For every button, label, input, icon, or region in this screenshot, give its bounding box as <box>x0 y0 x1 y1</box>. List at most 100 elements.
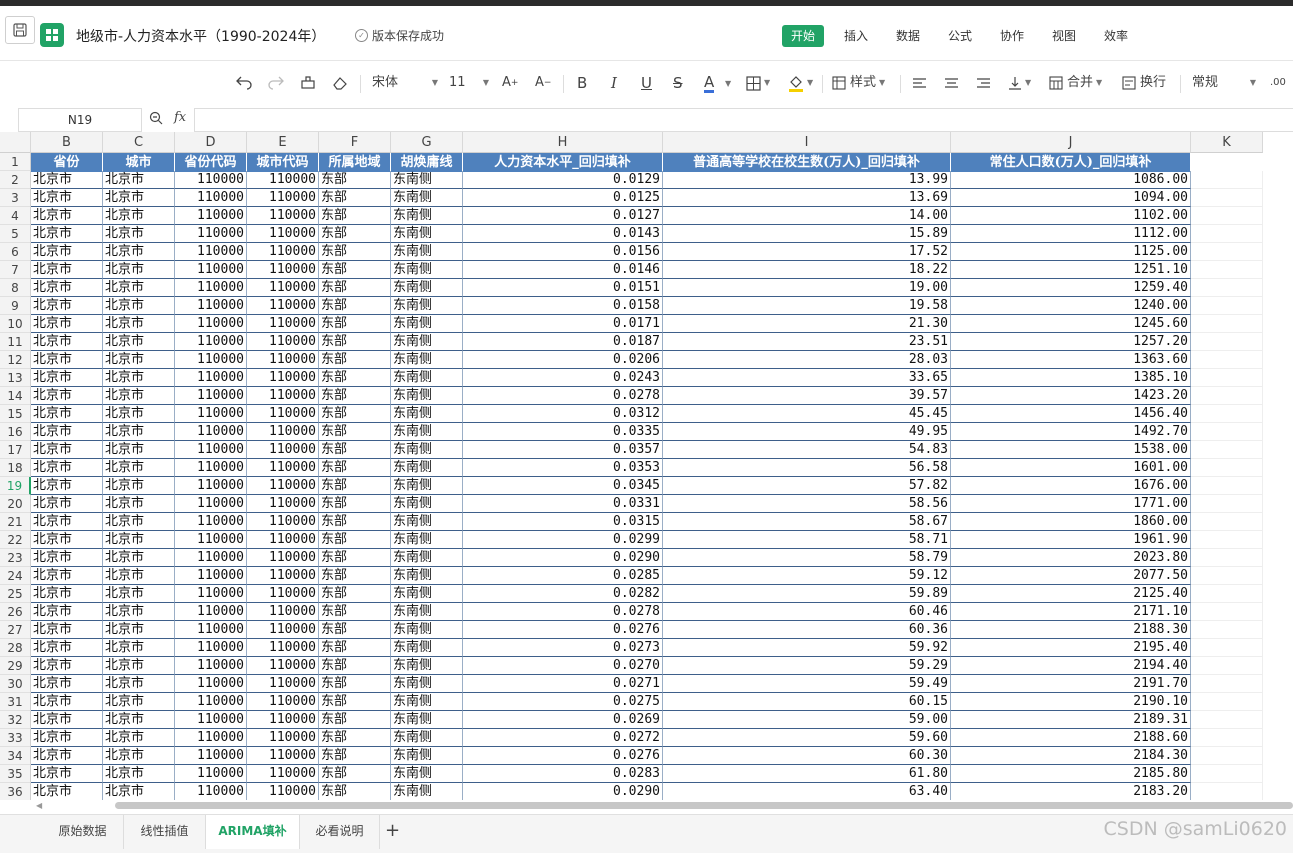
table-cell[interactable]: 北京市 <box>103 549 175 567</box>
row-header[interactable]: 19 <box>0 477 31 495</box>
row-header[interactable]: 31 <box>0 693 31 711</box>
row-header[interactable]: 17 <box>0 441 31 459</box>
table-cell[interactable]: 东部 <box>319 657 391 675</box>
row-header[interactable]: 13 <box>0 369 31 387</box>
table-cell[interactable]: 北京市 <box>103 405 175 423</box>
table-cell[interactable]: 东南侧 <box>391 783 463 800</box>
table-cell[interactable]: 东部 <box>319 243 391 261</box>
empty-cell[interactable] <box>1191 513 1263 531</box>
table-cell[interactable]: 56.58 <box>663 459 951 477</box>
sheet-tab-raw-data[interactable]: 原始数据 <box>42 815 124 849</box>
table-cell[interactable]: 0.0285 <box>463 567 663 585</box>
table-cell[interactable]: 110000 <box>247 423 319 441</box>
table-cell[interactable]: 13.99 <box>663 171 951 189</box>
table-cell[interactable]: 东部 <box>319 225 391 243</box>
table-cell[interactable]: 东部 <box>319 441 391 459</box>
table-cell[interactable]: 东南侧 <box>391 441 463 459</box>
table-cell[interactable]: 1086.00 <box>951 171 1191 189</box>
table-cell[interactable]: 110000 <box>247 315 319 333</box>
table-cell[interactable]: 北京市 <box>103 369 175 387</box>
table-cell[interactable]: 东部 <box>319 333 391 351</box>
table-cell[interactable]: 59.49 <box>663 675 951 693</box>
table-cell[interactable]: 东部 <box>319 351 391 369</box>
table-cell[interactable]: 110000 <box>175 369 247 387</box>
header-cell[interactable]: 胡焕庸线 <box>391 153 463 172</box>
empty-cell[interactable] <box>1191 261 1263 279</box>
table-cell[interactable]: 北京市 <box>103 513 175 531</box>
table-cell[interactable]: 东部 <box>319 297 391 315</box>
table-cell[interactable]: 2023.80 <box>951 549 1191 567</box>
table-cell[interactable]: 北京市 <box>31 549 103 567</box>
column-header-b[interactable]: B <box>31 132 103 153</box>
table-cell[interactable]: 北京市 <box>31 279 103 297</box>
table-cell[interactable]: 2171.10 <box>951 603 1191 621</box>
table-cell[interactable]: 110000 <box>247 747 319 765</box>
table-cell[interactable]: 北京市 <box>103 783 175 800</box>
row-header[interactable]: 35 <box>0 765 31 783</box>
table-cell[interactable]: 0.0187 <box>463 333 663 351</box>
table-cell[interactable]: 110000 <box>175 567 247 585</box>
table-cell[interactable]: 北京市 <box>31 765 103 783</box>
table-cell[interactable]: 19.58 <box>663 297 951 315</box>
row-header[interactable]: 3 <box>0 189 31 207</box>
table-cell[interactable]: 北京市 <box>103 459 175 477</box>
table-cell[interactable]: 北京市 <box>31 405 103 423</box>
table-cell[interactable]: 0.0353 <box>463 459 663 477</box>
table-cell[interactable]: 东部 <box>319 747 391 765</box>
table-cell[interactable]: 14.00 <box>663 207 951 225</box>
table-cell[interactable]: 东部 <box>319 207 391 225</box>
font-color-button[interactable]: A <box>704 73 715 93</box>
column-header-g[interactable]: G <box>391 132 463 153</box>
table-cell[interactable]: 110000 <box>247 459 319 477</box>
menu-collaborate[interactable]: 协作 <box>1000 25 1024 47</box>
table-cell[interactable]: 110000 <box>247 729 319 747</box>
table-cell[interactable]: 58.67 <box>663 513 951 531</box>
header-cell[interactable]: 常住人口数(万人)_回归填补 <box>951 153 1191 172</box>
row-header[interactable]: 11 <box>0 333 31 351</box>
row-header[interactable]: 4 <box>0 207 31 225</box>
table-cell[interactable]: 0.0129 <box>463 171 663 189</box>
table-cell[interactable]: 北京市 <box>103 261 175 279</box>
table-cell[interactable]: 东部 <box>319 639 391 657</box>
table-cell[interactable]: 东部 <box>319 549 391 567</box>
table-cell[interactable]: 北京市 <box>103 387 175 405</box>
column-header-j[interactable]: J <box>951 132 1191 153</box>
table-cell[interactable]: 东部 <box>319 603 391 621</box>
row-header[interactable]: 34 <box>0 747 31 765</box>
column-header-e[interactable]: E <box>247 132 319 153</box>
table-cell[interactable]: 东南侧 <box>391 369 463 387</box>
table-cell[interactable]: 东部 <box>319 711 391 729</box>
table-cell[interactable]: 23.51 <box>663 333 951 351</box>
table-cell[interactable]: 东南侧 <box>391 333 463 351</box>
zoom-icon[interactable] <box>149 111 163 125</box>
undo-icon[interactable] <box>236 73 252 93</box>
table-cell[interactable]: 0.0143 <box>463 225 663 243</box>
table-cell[interactable]: 北京市 <box>31 729 103 747</box>
table-cell[interactable]: 北京市 <box>31 693 103 711</box>
sheet-tab-linear-interpolation[interactable]: 线性插值 <box>124 815 206 849</box>
number-format-select[interactable]: 常规 ▼ <box>1192 73 1256 93</box>
table-cell[interactable]: 110000 <box>247 351 319 369</box>
table-cell[interactable]: 1492.70 <box>951 423 1191 441</box>
table-cell[interactable]: 北京市 <box>103 441 175 459</box>
table-cell[interactable]: 北京市 <box>31 513 103 531</box>
table-cell[interactable]: 1102.00 <box>951 207 1191 225</box>
table-cell[interactable]: 北京市 <box>31 477 103 495</box>
table-cell[interactable]: 北京市 <box>31 207 103 225</box>
table-cell[interactable]: 110000 <box>175 225 247 243</box>
table-cell[interactable]: 1125.00 <box>951 243 1191 261</box>
table-cell[interactable]: 北京市 <box>31 441 103 459</box>
table-cell[interactable]: 东部 <box>319 189 391 207</box>
table-cell[interactable]: 东部 <box>319 369 391 387</box>
table-cell[interactable]: 1538.00 <box>951 441 1191 459</box>
table-cell[interactable]: 东南侧 <box>391 711 463 729</box>
table-cell[interactable]: 北京市 <box>31 261 103 279</box>
table-cell[interactable]: 东南侧 <box>391 585 463 603</box>
table-cell[interactable]: 东南侧 <box>391 315 463 333</box>
wrap-text-button[interactable]: 换行 <box>1122 73 1166 93</box>
table-cell[interactable]: 110000 <box>175 783 247 800</box>
table-cell[interactable]: 北京市 <box>103 477 175 495</box>
empty-cell[interactable] <box>1191 603 1263 621</box>
empty-cell[interactable] <box>1191 423 1263 441</box>
table-cell[interactable]: 东部 <box>319 531 391 549</box>
